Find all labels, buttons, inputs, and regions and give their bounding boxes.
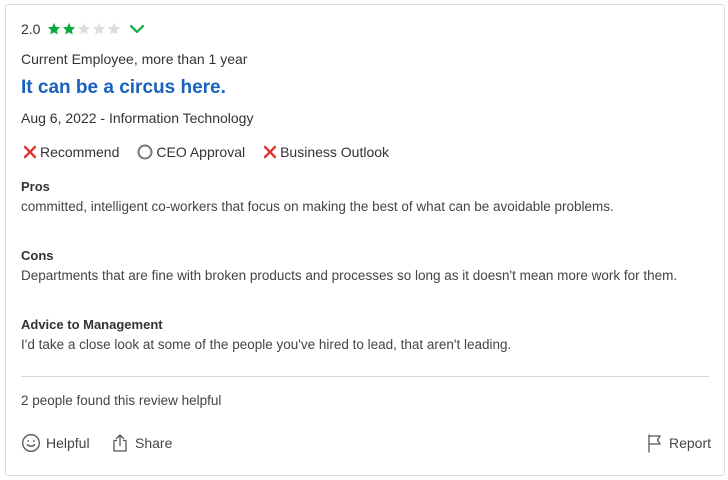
helpful-button[interactable]: Helpful — [21, 433, 90, 453]
review-indicators: Recommend CEO Approval Business Outlook — [23, 144, 407, 160]
share-label: Share — [135, 435, 173, 451]
smiley-icon — [22, 434, 40, 452]
star-empty-icon — [108, 22, 121, 35]
indicator-label: Recommend — [40, 144, 120, 160]
report-button[interactable]: Report — [646, 433, 711, 453]
star-filled-icon — [48, 22, 61, 35]
indicator-recommend: Recommend — [23, 144, 119, 160]
review-title-link[interactable]: It can be a circus here. — [21, 77, 226, 99]
cons-label: Cons — [21, 248, 54, 263]
pros-text: committed, intelligent co-workers that f… — [21, 199, 614, 214]
x-icon — [23, 145, 37, 159]
star-rating — [47, 22, 122, 36]
report-label: Report — [669, 435, 712, 451]
helpful-count: 2 people found this review helpful — [21, 393, 222, 408]
employee-status: Current Employee, more than 1 year — [21, 51, 248, 67]
rating-row: 2.0 — [21, 19, 145, 39]
star-filled-icon — [63, 22, 76, 35]
indicator-label: Business Outlook — [280, 144, 390, 160]
share-button[interactable]: Share — [110, 433, 172, 453]
chevron-down-icon[interactable] — [129, 21, 145, 37]
star-empty-icon — [78, 22, 91, 35]
pros-label: Pros — [21, 179, 50, 194]
rating-value: 2.0 — [21, 21, 41, 37]
x-icon — [263, 145, 277, 159]
circle-icon — [137, 144, 153, 160]
cons-text: Departments that are fine with broken pr… — [21, 268, 678, 283]
indicator-ceo-approval: CEO Approval — [137, 144, 245, 160]
divider — [21, 376, 709, 377]
helpful-label: Helpful — [46, 435, 90, 451]
indicator-business-outlook: Business Outlook — [263, 144, 389, 160]
review-card: 2.0 Current Employee, more than 1 year I… — [5, 4, 725, 476]
star-empty-icon — [93, 22, 106, 35]
advice-text: I'd take a close look at some of the peo… — [21, 337, 512, 352]
flag-icon — [648, 434, 661, 453]
advice-label: Advice to Management — [21, 317, 163, 332]
indicator-label: CEO Approval — [156, 144, 246, 160]
review-date-department: Aug 6, 2022 - Information Technology — [21, 110, 254, 126]
share-icon — [113, 434, 127, 452]
